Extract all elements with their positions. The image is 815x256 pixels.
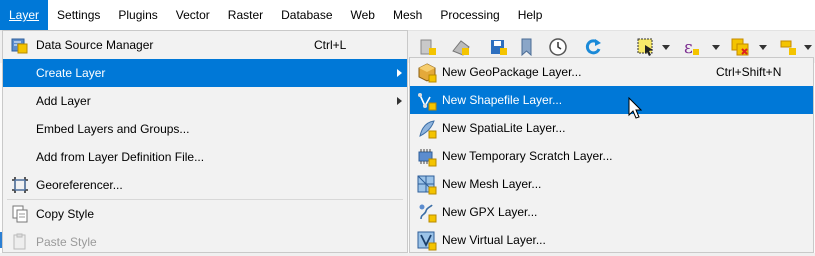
menu-item-label: Data Source Manager bbox=[36, 38, 154, 52]
menu-item-label: Paste Style bbox=[36, 235, 97, 249]
menu-raster[interactable]: Raster bbox=[219, 0, 272, 30]
menu-item-label: Copy Style bbox=[36, 207, 95, 221]
menu-processing[interactable]: Processing bbox=[431, 0, 508, 30]
submenu-item-new-mesh[interactable]: New Mesh Layer... bbox=[410, 170, 813, 198]
toolbar-polygon-icon[interactable] bbox=[451, 37, 471, 57]
submenu-item-label: New Virtual Layer... bbox=[442, 233, 546, 247]
menu-item-data-source-manager[interactable]: Data Source Manager Ctrl+L bbox=[3, 31, 407, 59]
submenu-item-new-virtual[interactable]: New Virtual Layer... bbox=[410, 226, 813, 254]
svg-text:ε: ε bbox=[684, 38, 693, 57]
georeferencer-icon bbox=[12, 177, 28, 193]
submenu-item-label: New GeoPackage Layer... bbox=[442, 65, 582, 79]
toolbar-save-edits-icon[interactable] bbox=[489, 37, 509, 57]
menu-raster-label: Raster bbox=[227, 8, 264, 22]
toolbar-identify-dropdown-icon[interactable] bbox=[804, 45, 812, 50]
menu-database[interactable]: Database bbox=[272, 0, 341, 30]
submenu-item-new-spatialite[interactable]: New SpatiaLite Layer... bbox=[410, 114, 813, 142]
data-source-manager-icon bbox=[11, 38, 28, 54]
menu-item-label: Add from Layer Definition File... bbox=[36, 150, 205, 164]
submenu-item-label: New GPX Layer... bbox=[442, 205, 538, 219]
menu-item-copy-style[interactable]: Copy Style bbox=[3, 200, 407, 228]
menu-help[interactable]: Help bbox=[509, 0, 552, 30]
spatialite-icon bbox=[419, 120, 437, 139]
menu-settings[interactable]: Settings bbox=[48, 0, 109, 30]
menu-plugins-label: Plugins bbox=[118, 8, 158, 22]
submenu-item-new-shapefile[interactable]: New Shapefile Layer... bbox=[410, 86, 813, 114]
submenu-item-label: New Shapefile Layer... bbox=[442, 93, 563, 107]
menu-item-add-layer[interactable]: Add Layer bbox=[3, 87, 407, 115]
menu-database-label: Database bbox=[281, 8, 333, 22]
toolbar-select-dropdown-icon[interactable] bbox=[662, 45, 670, 50]
submenu-item-shortcut: Ctrl+Shift+N bbox=[716, 65, 782, 79]
shapefile-icon bbox=[418, 93, 437, 111]
scratch-layer-icon bbox=[418, 149, 437, 167]
submenu-arrow-icon bbox=[397, 97, 402, 105]
menu-item-label: Add Layer bbox=[36, 94, 91, 108]
menu-layer[interactable]: Layer bbox=[0, 0, 49, 30]
menu-vector[interactable]: Vector bbox=[167, 0, 219, 30]
menu-bar: Layer Settings Plugins Vector Raster Dat… bbox=[0, 0, 815, 31]
menu-plugins[interactable]: Plugins bbox=[109, 0, 166, 30]
menu-web[interactable]: Web bbox=[342, 0, 384, 30]
geopackage-icon bbox=[418, 63, 437, 83]
toolbar-expression-dropdown-icon[interactable] bbox=[712, 45, 720, 50]
menu-item-shortcut: Ctrl+L bbox=[314, 38, 347, 52]
submenu-arrow-icon bbox=[397, 69, 402, 77]
create-layer-submenu: New GeoPackage Layer... Ctrl+Shift+N New… bbox=[409, 57, 814, 253]
toolbar-refresh-icon[interactable] bbox=[583, 37, 603, 57]
menu-settings-label: Settings bbox=[57, 8, 101, 22]
submenu-item-new-gpx[interactable]: New GPX Layer... bbox=[410, 198, 813, 226]
submenu-item-label: New SpatiaLite Layer... bbox=[442, 121, 566, 135]
menu-processing-label: Processing bbox=[440, 8, 500, 22]
submenu-item-label: New Mesh Layer... bbox=[442, 177, 542, 191]
menu-item-label: Georeferencer... bbox=[36, 178, 123, 192]
menu-mesh-label: Mesh bbox=[392, 8, 423, 22]
toolbar-select-icon[interactable] bbox=[636, 37, 656, 57]
menu-help-label: Help bbox=[517, 8, 543, 22]
toolbar-clock-icon[interactable] bbox=[548, 37, 568, 57]
toolbar-identify-icon[interactable] bbox=[778, 37, 798, 57]
mouse-cursor-icon bbox=[628, 97, 642, 119]
menu-item-paste-style[interactable]: Paste Style bbox=[3, 228, 407, 256]
submenu-item-new-geopackage[interactable]: New GeoPackage Layer... Ctrl+Shift+N bbox=[410, 58, 813, 86]
menu-item-label: Create Layer bbox=[36, 66, 106, 80]
mesh-layer-icon bbox=[417, 175, 437, 195]
toolbar-deselect-dropdown-icon[interactable] bbox=[759, 45, 767, 50]
gpx-layer-icon bbox=[419, 204, 437, 223]
menu-item-label: Embed Layers and Groups... bbox=[36, 122, 190, 136]
submenu-item-label: New Temporary Scratch Layer... bbox=[442, 149, 613, 163]
menu-item-embed-layers[interactable]: Embed Layers and Groups... bbox=[3, 115, 407, 143]
layer-menu: Data Source Manager Ctrl+L Create Layer … bbox=[2, 30, 408, 253]
paste-style-icon bbox=[13, 233, 26, 250]
toolbar-layer-icon[interactable] bbox=[418, 37, 438, 57]
toolbar-deselect-icon[interactable] bbox=[730, 37, 750, 57]
menu-mesh[interactable]: Mesh bbox=[384, 0, 431, 30]
menu-item-add-from-definition[interactable]: Add from Layer Definition File... bbox=[3, 143, 407, 171]
submenu-item-new-scratch-layer[interactable]: New Temporary Scratch Layer... bbox=[410, 142, 813, 170]
menu-vector-label: Vector bbox=[175, 8, 210, 22]
toolbar-expression-icon[interactable]: ε bbox=[681, 37, 701, 57]
toolbar-bookmark-icon[interactable] bbox=[518, 37, 538, 57]
menu-item-create-layer[interactable]: Create Layer bbox=[3, 59, 407, 87]
virtual-layer-icon bbox=[417, 231, 437, 251]
menu-layer-label: Layer bbox=[9, 8, 40, 22]
menu-web-label: Web bbox=[350, 8, 375, 22]
menu-item-georeferencer[interactable]: Georeferencer... bbox=[3, 171, 407, 199]
copy-style-icon bbox=[12, 205, 28, 223]
